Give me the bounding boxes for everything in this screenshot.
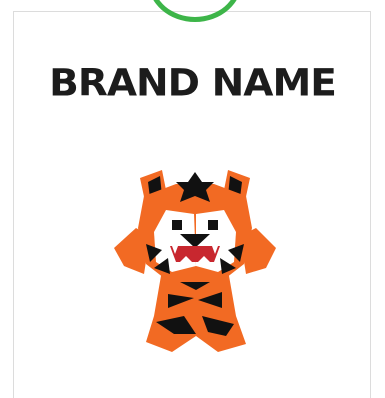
tiger-mascot-icon <box>114 170 276 352</box>
tiger-mouth <box>170 246 220 262</box>
page: BRAND NAME <box>0 0 385 398</box>
tiger-right-eye <box>208 220 218 230</box>
tiger-left-eye <box>172 220 182 230</box>
brand-name: BRAND NAME <box>49 62 337 105</box>
